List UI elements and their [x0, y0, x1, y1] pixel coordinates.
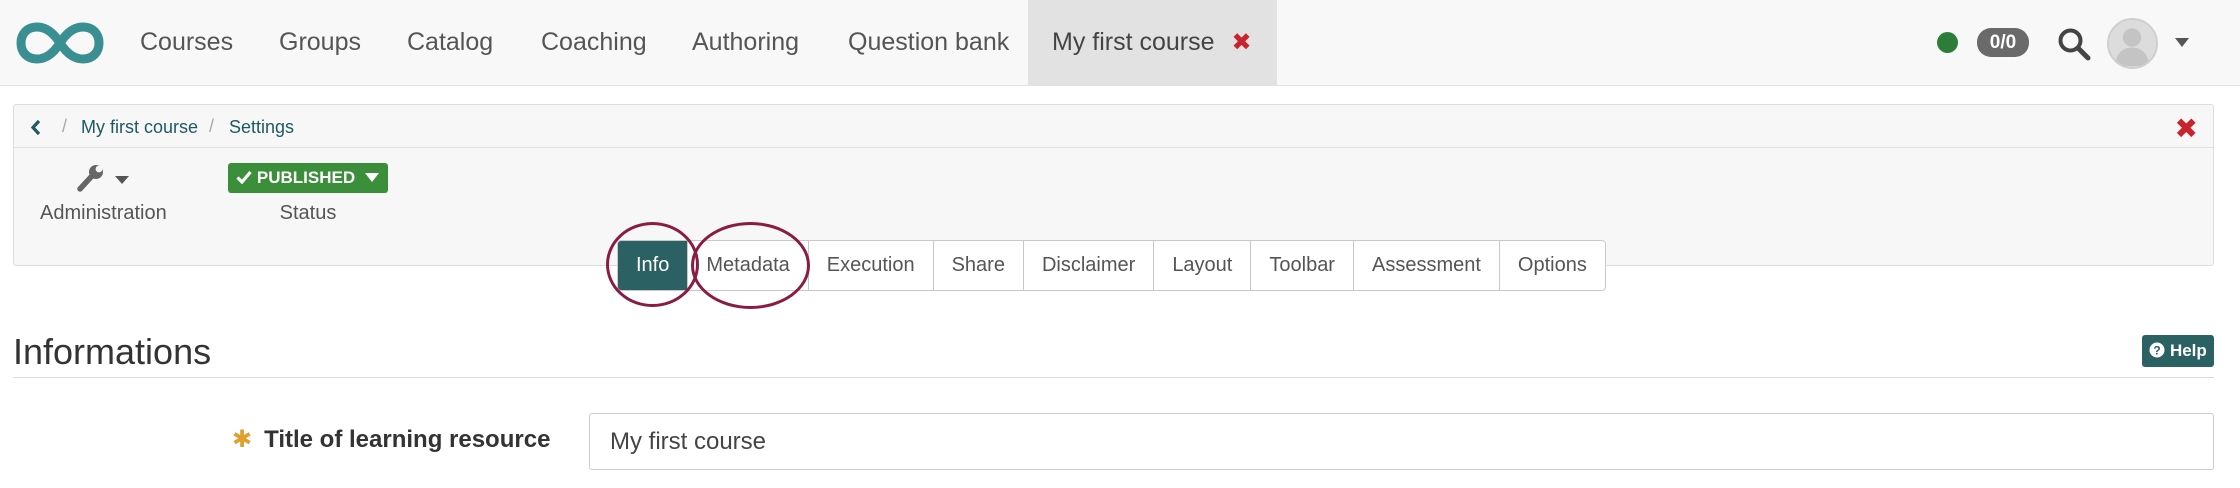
- tab-assessment[interactable]: Assessment: [1352, 241, 1499, 290]
- nav-question-bank[interactable]: Question bank: [848, 0, 1009, 85]
- title-divider: [13, 377, 2214, 378]
- chevron-down-icon[interactable]: [2175, 38, 2189, 47]
- nav-groups[interactable]: Groups: [279, 0, 361, 85]
- tab-execution[interactable]: Execution: [807, 241, 933, 290]
- top-navigation: Courses Groups Catalog Coaching Authorin…: [0, 0, 2240, 86]
- breadcrumb-course-link[interactable]: My first course: [81, 117, 198, 138]
- title-input[interactable]: [589, 413, 2214, 470]
- tab-layout[interactable]: Layout: [1153, 241, 1251, 290]
- tab-disclaimer[interactable]: Disclaimer: [1022, 241, 1154, 290]
- nav-coaching[interactable]: Coaching: [541, 0, 647, 85]
- svg-text:?: ?: [2154, 344, 2161, 358]
- status-label: Status: [279, 202, 337, 224]
- chevron-down-icon: [364, 173, 379, 182]
- breadcrumb: / My first course / Settings ✖: [14, 105, 2213, 148]
- checkmark-icon: [236, 170, 252, 185]
- close-icon[interactable]: ✖: [1232, 29, 1252, 56]
- breadcrumb-settings-link[interactable]: Settings: [229, 117, 294, 138]
- tab-info[interactable]: Info: [618, 241, 688, 290]
- status-button-row: PUBLISHED: [226, 163, 390, 193]
- breadcrumb-separator: /: [209, 116, 215, 136]
- nav-courses[interactable]: Courses: [140, 0, 233, 85]
- help-button[interactable]: ? Help: [2142, 335, 2214, 367]
- administration-label: Administration: [40, 202, 167, 224]
- field-label: ✱ Title of learning resource: [232, 425, 550, 454]
- published-status-button[interactable]: PUBLISHED: [228, 163, 388, 193]
- tab-share[interactable]: Share: [932, 241, 1023, 290]
- wrench-icon: [77, 165, 103, 192]
- tab-options[interactable]: Options: [1498, 241, 1605, 290]
- chevron-down-icon: [115, 176, 130, 184]
- question-circle-icon: ?: [2149, 342, 2165, 358]
- close-icon[interactable]: ✖: [2175, 115, 2198, 143]
- nav-tab-my-first-course[interactable]: My first course ✖: [1028, 0, 1277, 85]
- help-label: Help: [2169, 341, 2207, 360]
- field-label-text: Title of learning resource: [264, 426, 551, 453]
- chevron-left-icon[interactable]: [30, 119, 42, 136]
- avatar-icon[interactable]: [2107, 18, 2158, 69]
- online-status-icon[interactable]: [1937, 32, 1958, 53]
- required-star-icon: ✱: [232, 426, 253, 453]
- published-label: PUBLISHED: [256, 168, 356, 187]
- nav-tab-label: My first course: [1052, 28, 1215, 56]
- logo-infinity-icon[interactable]: [15, 19, 105, 67]
- administration-icon-row: [40, 163, 166, 193]
- administration-menu[interactable]: Administration: [40, 163, 167, 225]
- page-title: Informations: [13, 331, 212, 372]
- status-menu[interactable]: PUBLISHED Status: [226, 163, 390, 225]
- nav-catalog[interactable]: Catalog: [407, 0, 493, 85]
- search-icon[interactable]: [2057, 27, 2091, 61]
- settings-tab-group: Info Metadata Execution Share Disclaimer…: [617, 240, 1606, 291]
- breadcrumb-separator: /: [62, 116, 68, 136]
- tab-metadata[interactable]: Metadata: [687, 241, 808, 290]
- notification-count-badge[interactable]: 0/0: [1977, 28, 2029, 57]
- nav-authoring[interactable]: Authoring: [692, 0, 799, 85]
- tab-toolbar[interactable]: Toolbar: [1250, 241, 1353, 290]
